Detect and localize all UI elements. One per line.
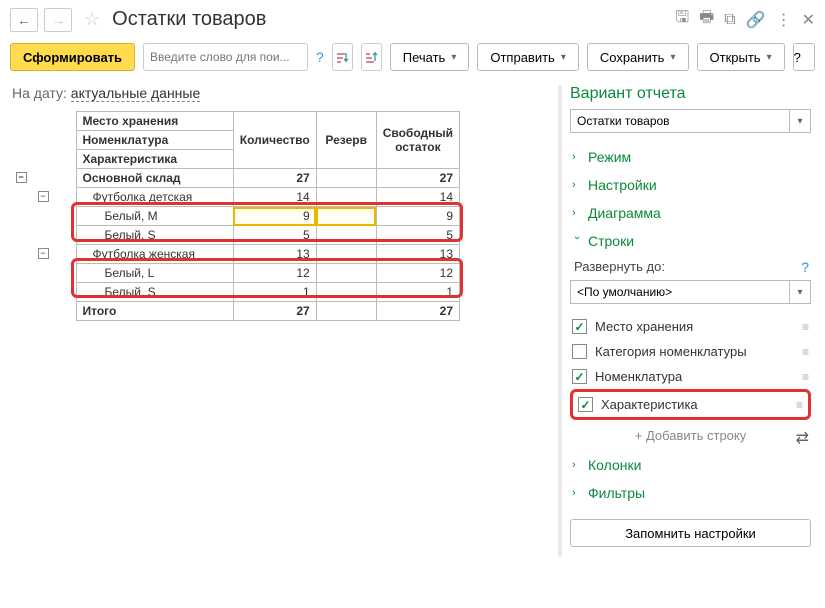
expand-input[interactable] — [570, 280, 789, 304]
help-link[interactable]: ? — [316, 49, 324, 65]
section-rows[interactable]: ›Строки — [570, 227, 811, 255]
preview-icon[interactable]: ⧉ — [724, 11, 735, 29]
drag-icon[interactable]: ≡ — [802, 320, 809, 334]
table-total-row: Итого 27 27 — [10, 302, 460, 321]
toolbar-help-button[interactable]: ? — [793, 43, 815, 71]
sort-desc-icon[interactable] — [361, 43, 382, 71]
col-qty: Количество — [233, 112, 316, 169]
section-mode[interactable]: ›Режим — [570, 143, 811, 171]
chevron-right-icon: › — [572, 179, 582, 191]
table-row[interactable]: − Основной склад 27 27 — [10, 169, 460, 188]
row-option[interactable]: Категория номенклатуры ≡ — [570, 339, 811, 364]
search-input[interactable] — [143, 43, 308, 71]
drag-icon[interactable]: ≡ — [802, 345, 809, 359]
table-row[interactable]: Белый, S 5 5 — [10, 226, 460, 245]
checkbox[interactable] — [572, 319, 587, 334]
variant-title: Вариант отчета — [570, 85, 811, 103]
section-columns[interactable]: ›Колонки — [570, 451, 811, 479]
floppy-icon[interactable]: 🖫 — [675, 6, 689, 33]
sort-asc-icon[interactable] — [332, 43, 353, 71]
shuffle-icon[interactable]: ⇄ — [796, 428, 809, 448]
chevron-right-icon: › — [572, 151, 582, 163]
chevron-down-icon[interactable]: ▾ — [789, 109, 811, 133]
report-area: На дату: актуальные данные Место хранени… — [10, 75, 550, 557]
date-value-link[interactable]: актуальные данные — [71, 85, 200, 102]
remember-settings-button[interactable]: Запомнить настройки — [570, 519, 811, 547]
link-icon[interactable]: 🔗 — [746, 10, 766, 30]
drag-icon[interactable]: ≡ — [802, 370, 809, 384]
chevron-down-icon: › — [571, 236, 583, 246]
date-filter: На дату: актуальные данные — [12, 85, 550, 101]
expander-icon[interactable]: − — [38, 191, 49, 202]
chevron-right-icon: › — [572, 207, 582, 219]
save-button[interactable]: Сохранить — [587, 43, 689, 71]
date-label: На дату: — [12, 85, 67, 101]
checkbox[interactable] — [572, 344, 587, 359]
col-storage: Место хранения — [76, 112, 233, 131]
expand-to-label: Развернуть до: ? — [570, 255, 811, 280]
chevron-down-icon[interactable]: ▾ — [789, 280, 811, 304]
print-icon[interactable]: 🖶 — [699, 6, 714, 33]
print-button[interactable]: Печать — [390, 43, 470, 71]
expander-icon[interactable]: − — [38, 248, 49, 259]
report-table: Место хранения Количество Резерв Свободн… — [10, 111, 460, 321]
col-free: Свободный остаток — [376, 112, 459, 169]
table-row[interactable]: Белый, L 12 12 — [10, 264, 460, 283]
table-row[interactable]: − Футболка детская 14 14 — [10, 188, 460, 207]
col-reserve: Резерв — [316, 112, 376, 169]
section-diagram[interactable]: ›Диаграмма — [570, 199, 811, 227]
row-option[interactable]: Место хранения ≡ — [570, 314, 811, 339]
send-button[interactable]: Отправить — [477, 43, 579, 71]
col-nomenclature: Номенклатура — [76, 131, 233, 150]
variant-select[interactable]: ▾ — [570, 109, 811, 133]
table-row[interactable]: − Футболка женская 13 13 — [10, 245, 460, 264]
nav-forward-button[interactable]: → — [44, 8, 72, 32]
chevron-right-icon: › — [572, 487, 582, 499]
help-icon[interactable]: ? — [801, 259, 809, 275]
section-settings[interactable]: ›Настройки — [570, 171, 811, 199]
col-characteristic: Характеристика — [76, 150, 233, 169]
expander-icon[interactable]: − — [16, 172, 27, 183]
open-button[interactable]: Открыть — [697, 43, 785, 71]
page-title: Остатки товаров — [112, 8, 266, 31]
add-row-button[interactable]: + Добавить строку ⇄ — [570, 420, 811, 451]
drag-icon[interactable]: ≡ — [796, 398, 803, 412]
favorite-icon[interactable]: ☆ — [84, 9, 100, 30]
row-option[interactable]: Характеристика ≡ — [570, 389, 811, 420]
nav-back-button[interactable]: ← — [10, 8, 38, 32]
title-tools: 🖫 🖶 ⧉ 🔗 ⋮ ✕ — [675, 6, 815, 33]
toolbar: Сформировать ? Печать Отправить Сохранит… — [0, 39, 825, 75]
more-icon[interactable]: ⋮ — [776, 10, 792, 30]
splitter[interactable] — [558, 85, 562, 557]
row-option[interactable]: Номенклатура ≡ — [570, 364, 811, 389]
table-row[interactable]: Белый, S 1 1 — [10, 283, 460, 302]
sidebar: Вариант отчета ▾ ›Режим ›Настройки ›Диаг… — [570, 75, 815, 557]
generate-button[interactable]: Сформировать — [10, 43, 135, 71]
titlebar: ← → ☆ Остатки товаров 🖫 🖶 ⧉ 🔗 ⋮ ✕ — [0, 0, 825, 39]
variant-input[interactable] — [570, 109, 789, 133]
section-filters[interactable]: ›Фильтры — [570, 479, 811, 507]
checkbox[interactable] — [572, 369, 587, 384]
chevron-right-icon: › — [572, 459, 582, 471]
expand-select[interactable]: ▾ — [570, 280, 811, 304]
table-row[interactable]: Белый, M 9 9 — [10, 207, 460, 226]
close-icon[interactable]: ✕ — [802, 10, 815, 30]
checkbox[interactable] — [578, 397, 593, 412]
